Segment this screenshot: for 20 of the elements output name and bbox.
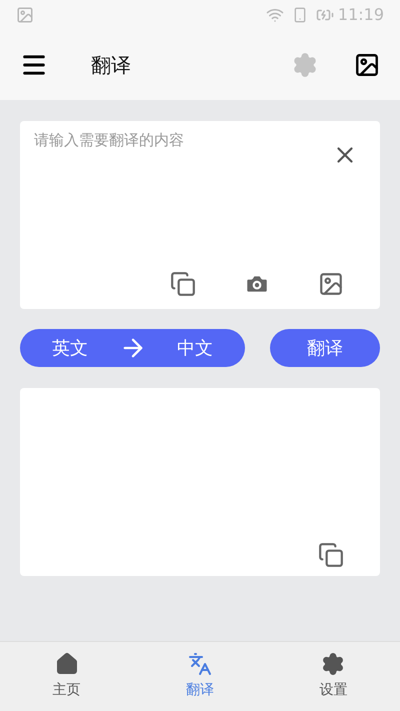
- toolbar-title: 翻译: [91, 52, 131, 79]
- settings-icon: [321, 652, 346, 676]
- home-icon: [54, 652, 79, 676]
- translate-button[interactable]: 翻译: [270, 329, 380, 367]
- source-language[interactable]: 英文: [52, 334, 88, 362]
- nav-tab[interactable]: 翻译: [133, 642, 267, 711]
- nav-tab[interactable]: 设置: [266, 642, 400, 711]
- input-card[interactable]: 请输入需要翻译的内容: [20, 121, 380, 309]
- status-time: 11:19: [338, 4, 384, 26]
- target-language[interactable]: 中文: [177, 334, 213, 362]
- copy-button[interactable]: [318, 542, 344, 568]
- image-icon: [16, 6, 34, 24]
- nav-tab[interactable]: 主页: [0, 642, 134, 711]
- wifi-icon: [266, 6, 284, 24]
- no-sim-icon: [292, 7, 308, 23]
- translate-icon: [188, 652, 212, 676]
- copy-button[interactable]: [170, 271, 196, 297]
- image-button[interactable]: [354, 52, 380, 78]
- gallery-button[interactable]: [318, 271, 344, 297]
- input-field[interactable]: 请输入需要翻译的内容: [20, 121, 380, 259]
